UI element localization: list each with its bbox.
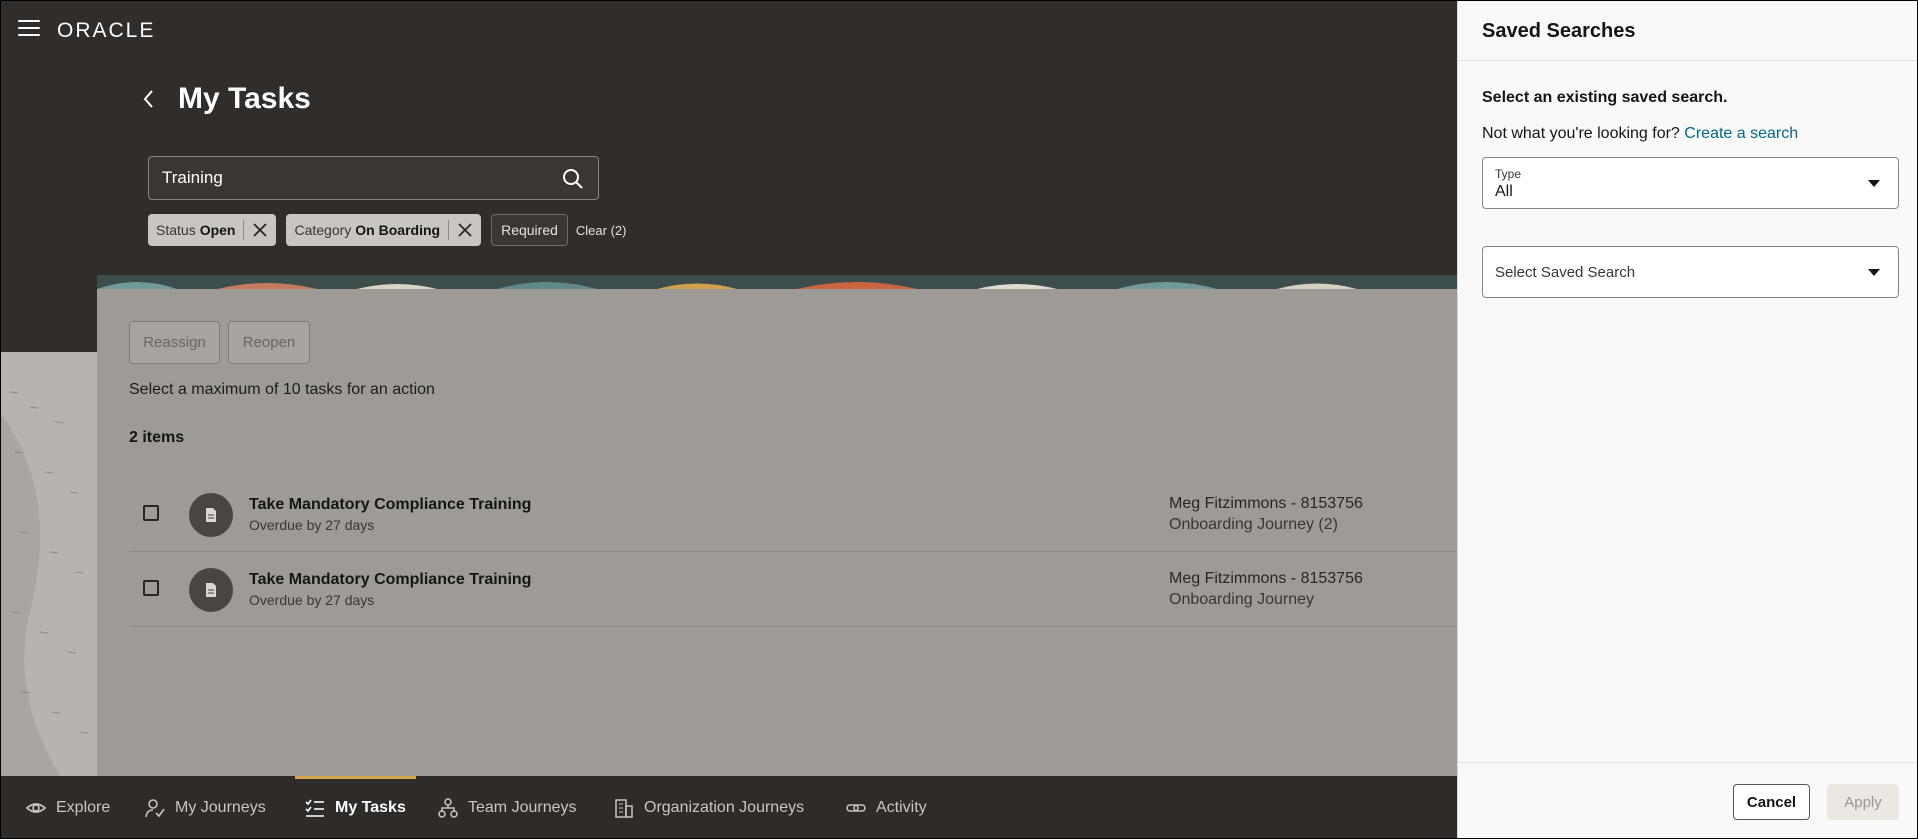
saved-searches-drawer: Saved Searches Select an existing saved … (1457, 0, 1918, 839)
building-icon (615, 798, 633, 818)
task-owner: Meg Fitzimmons - 8153756 (1169, 570, 1363, 587)
chip-label: Category (294, 222, 352, 238)
task-status: Overdue by 27 days (249, 517, 375, 533)
caret-down-icon (1868, 180, 1880, 187)
back-chevron-icon[interactable] (140, 88, 158, 110)
nav-label: Organization Journeys (644, 798, 805, 816)
caret-down-icon (1868, 269, 1880, 276)
chip-value: On Boarding (355, 222, 441, 238)
chip-divider (243, 220, 245, 240)
nav-label: Team Journeys (468, 798, 577, 816)
page-title: My Tasks (178, 82, 311, 115)
type-value: All (1495, 183, 1513, 200)
drawer-prompt: Select an existing saved search. (1482, 89, 1728, 106)
divider (1458, 60, 1918, 61)
decorative-banner (97, 275, 1457, 289)
type-label: Type (1495, 167, 1522, 181)
task-title[interactable]: Take Mandatory Compliance Training (249, 496, 531, 514)
apply-button[interactable]: Apply (1827, 784, 1899, 820)
nav-my-journeys[interactable]: My Journeys (145, 776, 266, 839)
task-checkbox[interactable] (143, 505, 159, 521)
nav-label: Activity (876, 798, 927, 816)
task-checkbox[interactable] (143, 580, 159, 596)
search-box (148, 156, 599, 200)
task-row[interactable]: Take Mandatory Compliance Training Overd… (129, 477, 1459, 552)
drawer-title: Saved Searches (1482, 20, 1636, 42)
reassign-button[interactable]: Reassign (129, 321, 220, 364)
task-journey: Onboarding Journey (2) (1169, 516, 1338, 533)
nav-organization-journeys[interactable]: Organization Journeys (614, 776, 804, 839)
task-list-panel: Reassign Reopen Select a maximum of 10 t… (97, 289, 1459, 776)
reopen-button[interactable]: Reopen (228, 321, 310, 364)
chip-label: Status (156, 222, 196, 238)
task-list-icon (305, 799, 324, 817)
nav-my-tasks[interactable]: My Tasks (295, 776, 416, 839)
create-search-prompt: Not what you're looking for? Create a se… (1482, 125, 1798, 143)
document-icon (189, 568, 233, 612)
task-row[interactable]: Take Mandatory Compliance Training Overd… (129, 552, 1459, 627)
saved-search-placeholder: Select Saved Search (1495, 264, 1636, 281)
task-status: Overdue by 27 days (249, 592, 375, 608)
items-count: 2 items (129, 429, 185, 446)
task-title[interactable]: Take Mandatory Compliance Training (249, 571, 531, 589)
chip-value: Open (199, 222, 236, 238)
document-icon (189, 493, 233, 537)
alt-text: Not what you're looking for? (1482, 125, 1680, 142)
nav-label: My Journeys (175, 798, 266, 816)
nav-label: Explore (56, 798, 111, 816)
nav-explore[interactable]: Explore (26, 776, 110, 839)
saved-search-select[interactable]: Select Saved Search (1482, 246, 1899, 298)
bottom-navigation: Explore My Journeys My Tasks Team Journe… (0, 776, 1460, 839)
type-select[interactable]: Type All (1482, 157, 1899, 209)
task-owner: Meg Fitzimmons - 8153756 (1169, 495, 1363, 512)
close-icon[interactable] (252, 222, 268, 238)
search-input[interactable] (162, 168, 542, 188)
person-check-icon (145, 798, 165, 817)
filter-required-button[interactable]: Required (491, 214, 568, 246)
filter-chip-category: Category On Boarding (286, 214, 482, 246)
clear-filters-link[interactable]: Clear (2) (576, 223, 627, 238)
hierarchy-icon (438, 797, 458, 818)
decorative-pattern (0, 352, 97, 776)
chip-divider (448, 220, 450, 240)
nav-activity[interactable]: Activity (846, 776, 927, 839)
menu-icon[interactable] (18, 20, 40, 38)
link-icon (846, 803, 866, 812)
filter-chips: Status Open Category On Boarding Require… (148, 214, 626, 246)
cancel-button[interactable]: Cancel (1733, 784, 1810, 820)
nav-team-journeys[interactable]: Team Journeys (438, 776, 577, 839)
nav-label: My Tasks (335, 798, 406, 816)
search-icon[interactable] (562, 168, 584, 190)
eye-icon (26, 802, 46, 813)
oracle-logo: ORACLE (57, 19, 156, 42)
task-journey: Onboarding Journey (1169, 591, 1314, 608)
selection-limit-text: Select a maximum of 10 tasks for an acti… (129, 381, 435, 398)
footer-divider (1458, 762, 1918, 763)
filter-chip-status: Status Open (148, 214, 277, 246)
close-icon[interactable] (457, 222, 473, 238)
page-header: My Tasks (140, 82, 311, 116)
create-search-link[interactable]: Create a search (1684, 125, 1798, 142)
